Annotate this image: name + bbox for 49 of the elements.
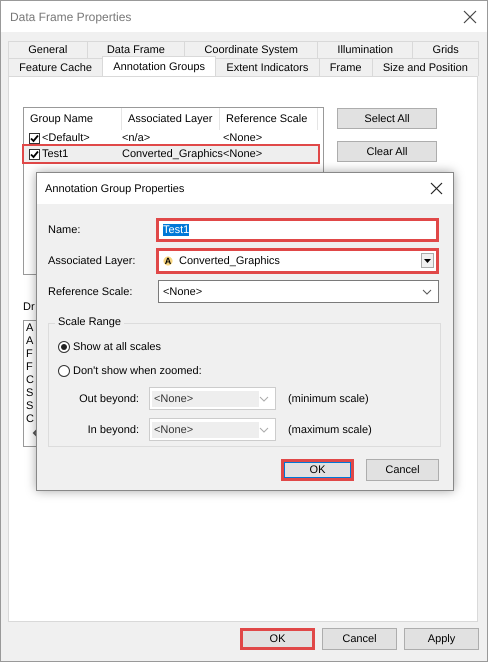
scale-note: (minimum scale) bbox=[288, 392, 369, 404]
close-icon[interactable] bbox=[430, 182, 443, 195]
field-label: Associated Layer: bbox=[48, 254, 136, 266]
tab[interactable]: Size and Position bbox=[372, 58, 480, 76]
radio-option[interactable]: Don't show when zoomed: bbox=[58, 359, 202, 383]
dialog-button[interactable]: Cancel bbox=[366, 459, 439, 481]
dialog-button[interactable]: OK bbox=[281, 459, 354, 481]
dialog-title: Annotation Group Properties bbox=[45, 182, 184, 194]
table-row[interactable]: <Default> <n/a> <None> bbox=[24, 130, 318, 146]
radio-option[interactable]: Show at all scales bbox=[58, 335, 162, 359]
side-button[interactable]: Select All bbox=[337, 108, 437, 129]
column-header[interactable]: Associated Layer bbox=[122, 108, 220, 130]
tab[interactable]: Grids bbox=[412, 41, 480, 58]
table-cell-text: <None> bbox=[223, 132, 264, 144]
close-icon[interactable] bbox=[463, 10, 477, 24]
radio-button[interactable] bbox=[58, 365, 70, 377]
table-cell: <Default> bbox=[42, 132, 90, 144]
checkbox[interactable] bbox=[29, 148, 40, 160]
field-label: Out beyond: bbox=[78, 392, 140, 404]
field-label: Reference Scale: bbox=[48, 286, 134, 298]
table-cell-text: <n/a> bbox=[122, 132, 152, 144]
tab[interactable]: Annotation Groups bbox=[102, 56, 216, 76]
dropdown-icon[interactable] bbox=[421, 253, 434, 268]
column-header[interactable]: Group Name bbox=[24, 108, 122, 130]
window-title: Data Frame Properties bbox=[10, 10, 132, 24]
checkbox[interactable] bbox=[29, 132, 40, 144]
dialog-button[interactable]: Cancel bbox=[322, 628, 397, 650]
section-label: Dr bbox=[23, 301, 35, 313]
annotation-layer-icon: A bbox=[161, 254, 175, 268]
reference-scale-dropdown[interactable]: <None> bbox=[158, 280, 439, 303]
tab[interactable]: Feature Cache bbox=[8, 58, 104, 76]
tab[interactable]: General bbox=[8, 41, 88, 58]
chevron-down-icon[interactable] bbox=[422, 288, 432, 294]
dialog-button[interactable]: Apply bbox=[404, 628, 479, 650]
field-label: In beyond: bbox=[86, 424, 140, 436]
table-cell: Test1 bbox=[42, 148, 68, 160]
side-button[interactable]: Clear All bbox=[337, 141, 437, 162]
table-cell-text: <None> bbox=[223, 148, 264, 160]
scale-note: (maximum scale) bbox=[288, 424, 372, 436]
radio-button[interactable] bbox=[58, 341, 70, 353]
table-row[interactable]: Test1 Converted_Graphics<None> bbox=[24, 146, 318, 162]
table-cell: Converted_Graphics bbox=[122, 148, 223, 160]
tab[interactable]: Coordinate System bbox=[184, 41, 318, 58]
dialog-button[interactable]: OK bbox=[240, 628, 315, 650]
layer-dropdown[interactable]: A Converted_Graphics bbox=[156, 248, 439, 274]
group-title: Scale Range bbox=[55, 316, 124, 328]
name-field[interactable]: Test1 bbox=[156, 218, 439, 242]
column-header[interactable]: Reference Scale bbox=[220, 108, 318, 130]
field-label: Name: bbox=[48, 224, 82, 236]
